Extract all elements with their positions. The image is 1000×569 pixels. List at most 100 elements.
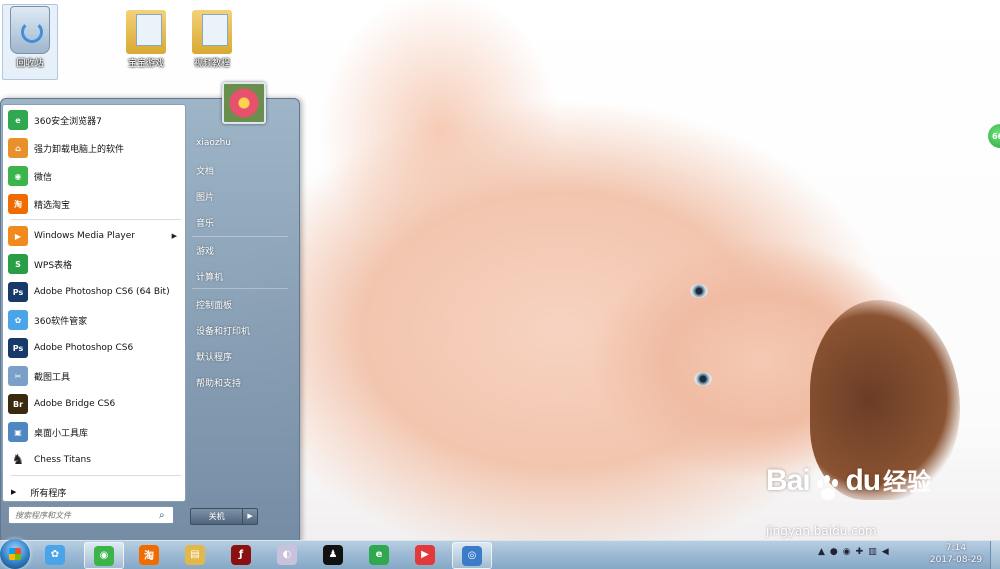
program-item[interactable]: ♞ Chess Titans [5,447,183,473]
program-item[interactable]: ✂ 截图工具 [5,363,183,389]
submenu-arrow-icon[interactable]: ▶ [172,232,177,240]
program-item[interactable]: S WPS表格 [5,251,183,277]
taskbar-media[interactable]: ▶ [406,542,444,567]
divider [192,236,288,237]
program-label: Chess Titans [34,455,91,465]
browser-tray-icon[interactable]: ◉ [843,547,851,557]
folder-icon [126,6,166,54]
program-label: 精选淘宝 [34,200,71,211]
taskbar-wechat[interactable]: ◉ [84,542,124,569]
taobao-icon: 淘 [8,194,28,214]
taskbar-explorer[interactable]: ▤ [176,542,214,567]
program-item[interactable]: 淘精选淘宝 [5,191,183,217]
badge-count: 66 [992,131,1000,141]
start-link-documents[interactable]: 文档 [196,164,214,177]
flash-icon: ƒ [231,544,251,565]
user-name-link[interactable]: xiaozhu [196,138,231,148]
start-link-pictures[interactable]: 图片 [196,190,214,203]
taobao-icon: 淘 [139,544,159,565]
start-link-devices-printers[interactable]: 设备和打印机 [196,324,250,337]
bridge-icon: Br [8,394,28,414]
desktop-icon-recycle-bin[interactable]: 回收站 [0,4,60,69]
recycle-bin-icon [10,6,50,54]
desktop-icon-folder-1[interactable]: 宝宝游戏 [116,4,176,69]
watermark-brand-left: Bai [766,464,811,497]
search-input[interactable] [13,507,157,523]
paint-icon: ◐ [277,544,297,565]
start-search-box[interactable]: ⌕ [8,506,174,524]
taskbar-flash[interactable]: ƒ [222,542,260,567]
snipping-tool-icon: ✂ [8,366,28,386]
volume-icon[interactable]: ◀ [882,547,889,557]
start-link-control-panel[interactable]: 控制面板 [196,298,232,311]
watermark-brand-mid: du [845,464,881,497]
program-item[interactable]: ✿ 360软件管家 [5,307,183,333]
all-programs-label: 所有程序 [30,488,67,499]
photoshop-icon: Ps [8,282,28,302]
program-label: WPS表格 [34,260,73,271]
start-menu-programs-panel: e 360安全浏览器7 ⌂ 强力卸载电脑上的软件 ◉ 微信淘精选淘宝 ▶ Windows Me… [2,104,186,502]
wallpaper-eye [694,372,712,386]
network-tray-icon[interactable]: ▥ [868,547,877,557]
media-player-icon: ▶ [8,226,28,246]
program-item[interactable]: Br Adobe Bridge CS6 [5,391,183,417]
taskbar-network[interactable]: ◎ [452,542,492,569]
photoshop-icon: Ps [8,338,28,358]
taskbar-360-manager[interactable]: ✿ [36,542,74,567]
program-item[interactable]: Ps Adobe Photoshop CS6 (64 Bit) [5,279,183,305]
shutdown-options-button[interactable]: ▶ [243,508,258,525]
start-link-games[interactable]: 游戏 [196,244,214,257]
all-programs-button[interactable]: ▶ 所有程序 [5,481,183,503]
taskbar-paint[interactable]: ◐ [268,542,306,567]
program-label: Adobe Bridge CS6 [34,399,116,409]
start-link-help-support[interactable]: 帮助和支持 [196,376,241,389]
start-link-default-programs[interactable]: 默认程序 [196,350,232,363]
qq-tray-icon[interactable]: ● [830,547,838,557]
software-manager-icon: ✿ [8,310,28,330]
baidu-watermark: Bai du 经验 jingyan.baidu.com [766,462,931,538]
program-label: 强力卸载电脑上的软件 [34,144,125,155]
program-item[interactable]: ▶ Windows Media Player ▶ [5,223,183,249]
divider [192,288,288,289]
desktop-icon-label: 视频教程 [193,59,230,69]
security-tray-icon[interactable]: ✚ [856,547,864,557]
folder-icon [192,6,232,54]
program-label: 桌面小工具库 [34,428,89,439]
program-item[interactable]: ◉ 微信 [5,163,183,189]
program-label: Adobe Photoshop CS6 (64 Bit) [34,287,170,297]
taskbar-qq[interactable]: ♟ [314,542,352,567]
start-link-computer[interactable]: 计算机 [196,270,223,283]
paw-icon [815,474,841,502]
network-icon: ◎ [462,545,482,566]
program-item[interactable]: e 360安全浏览器7 [5,107,183,133]
program-item[interactable]: ⌂ 强力卸载电脑上的软件 [5,135,183,161]
desktop-icon-folder-2[interactable]: 视频教程 [182,4,242,69]
browser-360-icon: e [369,544,389,565]
program-label: 360软件管家 [34,316,88,327]
shutdown-group: 关机 ▶ [190,508,258,525]
show-desktop-button[interactable] [990,541,1000,569]
chess-icon: ♞ [8,450,28,470]
wps-sheet-icon: S [8,254,28,274]
search-icon[interactable]: ⌕ [159,510,165,521]
clock[interactable]: 7:14 2017-08-29 [928,542,984,566]
clock-time: 7:14 [945,543,967,553]
program-label: 360安全浏览器7 [34,116,102,127]
program-item[interactable]: ▣ 桌面小工具库 [5,419,183,445]
user-avatar[interactable] [222,82,266,124]
shutdown-button[interactable]: 关机 [190,508,244,525]
desktop-icon-label: 回收站 [16,59,44,69]
watermark-url: jingyan.baidu.com [766,524,877,538]
taskbar-taobao[interactable]: 淘 [130,542,168,567]
browser-360-icon: e [8,110,28,130]
wechat-icon: ◉ [8,166,28,186]
program-item[interactable]: Ps Adobe Photoshop CS6 [5,335,183,361]
watermark-brand-cn: 经验 [882,468,931,496]
taskbar: ✿ ◉ 淘 ▤ ƒ ◐ ♟ e ▶ ◎ ▲ ● ◉ ✚ ▥ ◀ 7:14 2017-08-29 [0,539,1000,569]
program-label: Adobe Photoshop CS6 [34,343,134,353]
divider [11,475,181,476]
start-link-music[interactable]: 音乐 [196,216,214,229]
tray-expand-icon[interactable]: ▲ [818,547,825,557]
taskbar-360-browser[interactable]: e [360,542,398,567]
start-button[interactable] [0,539,30,569]
